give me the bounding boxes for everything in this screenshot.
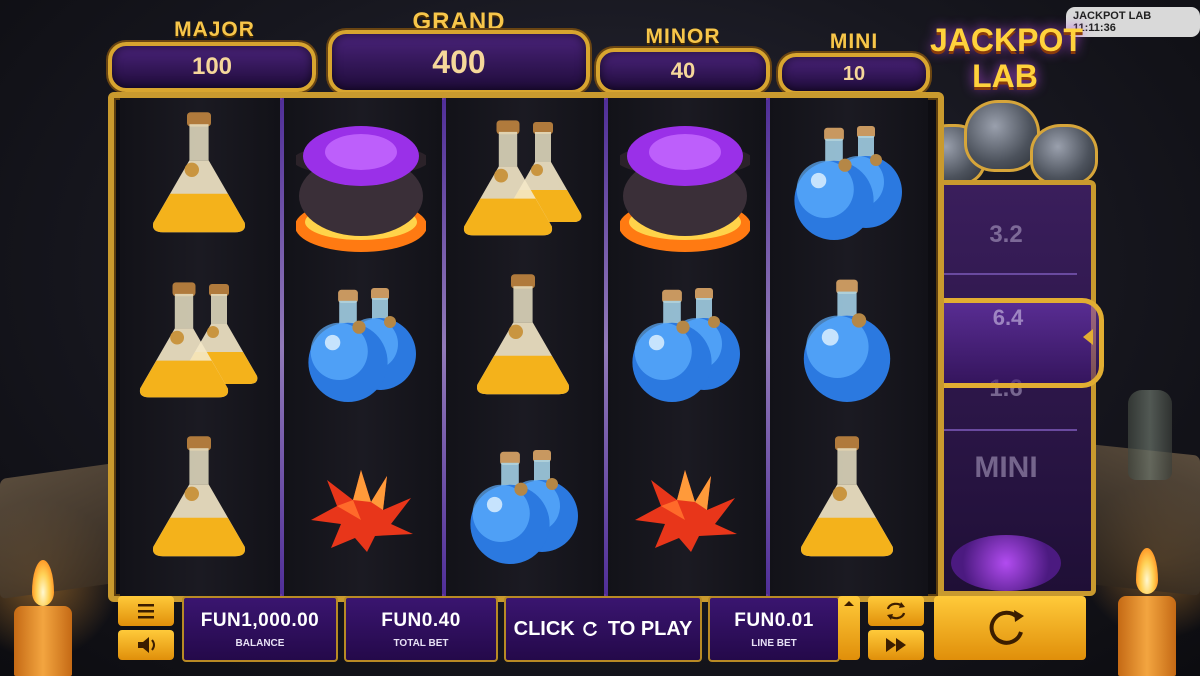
red-crystal-icon	[635, 470, 737, 552]
meter-divider	[935, 273, 1077, 275]
jackpot-pot-icon	[1030, 124, 1098, 186]
minor-label: MINOR	[645, 25, 721, 48]
blue-double-potion-icon	[632, 288, 740, 402]
refresh-icon	[583, 621, 598, 636]
meter-divider	[935, 429, 1077, 431]
balance-label: BALANCE	[235, 638, 285, 649]
menu-button[interactable]	[118, 596, 174, 626]
background-bottle	[1128, 390, 1172, 480]
blue-double-potion-icon	[794, 126, 902, 240]
line-bet-stepper[interactable]	[838, 596, 860, 660]
minor-value: 40	[670, 58, 696, 83]
red-crystal-icon	[311, 470, 413, 552]
minor-value-box: 40	[596, 48, 770, 94]
reel-separator	[766, 98, 770, 596]
grand-value: 400	[432, 44, 486, 80]
major-label: MAJOR	[174, 18, 255, 41]
play-text-before: CLICK	[513, 618, 575, 640]
logo-line-1: JACKPOT	[930, 22, 1083, 58]
cauldron-icon	[620, 126, 750, 252]
mini-value-box: 10	[778, 53, 930, 95]
total-bet-value: FUN0.40	[381, 610, 461, 631]
spin-button[interactable]	[934, 596, 1086, 660]
fast-forward-icon	[886, 638, 906, 652]
click-to-play-text: CLICK TO PLAY	[506, 618, 700, 641]
major-value: 100	[191, 53, 233, 80]
line-bet-panel: FUN0.01 LINE BET	[708, 596, 840, 662]
yellow-double-flask-icon	[463, 120, 582, 236]
total-bet-panel: FUN0.40 TOTAL BET	[344, 596, 498, 662]
blue-potion-icon	[803, 279, 891, 402]
yellow-double-flask-icon	[139, 282, 258, 398]
grand-value-box: 400	[328, 30, 590, 94]
yellow-flask-icon	[801, 436, 893, 557]
mini-value: 10	[842, 63, 866, 85]
yellow-flask-icon	[477, 274, 569, 395]
jackpot-pot-icon	[964, 100, 1040, 172]
balance-panel: FUN1,000.00 BALANCE	[182, 596, 338, 662]
balance-value: FUN1,000.00	[200, 610, 320, 631]
logo-line-2: LAB	[972, 58, 1038, 94]
reel-separator	[280, 98, 284, 596]
selector-arrow-right-icon	[1083, 329, 1093, 345]
autoplay-button[interactable]	[868, 596, 924, 626]
line-bet-label: LINE BET	[751, 638, 797, 649]
yellow-flask-icon	[153, 436, 245, 557]
game-logo: JACKPOT LAB	[930, 22, 1083, 94]
reel-area	[108, 92, 944, 602]
total-bet-label: TOTAL BET	[393, 638, 449, 649]
multiplier-meter: 3.2 1.6 MINI	[926, 180, 1096, 596]
major-value-box: 100	[108, 42, 316, 92]
play-text-after: TO PLAY	[607, 618, 693, 640]
speaker-icon	[138, 637, 155, 653]
menu-icon	[138, 604, 154, 619]
chevron-up-icon	[844, 601, 854, 606]
cauldron-glow-icon	[951, 535, 1061, 591]
session-clock: JACKPOT LAB 11:11:36	[1066, 7, 1200, 37]
spin-icon	[989, 610, 1024, 645]
autoplay-icon	[886, 602, 906, 620]
mini-label: MINI	[829, 30, 879, 53]
candle-right	[1118, 596, 1176, 676]
sound-button[interactable]	[118, 630, 174, 660]
reel-separator	[604, 98, 608, 596]
line-bet-value: FUN0.01	[734, 610, 814, 631]
blue-double-potion-icon	[308, 288, 416, 402]
meter-selected-value: 6.4	[992, 305, 1024, 330]
reel-separator	[442, 98, 446, 596]
meter-value: 3.2	[989, 221, 1023, 248]
candle-left	[14, 606, 72, 676]
yellow-flask-icon	[153, 112, 245, 233]
meter-value: MINI	[974, 451, 1038, 484]
click-to-play-panel[interactable]: CLICK TO PLAY	[504, 596, 702, 662]
cauldron-icon	[296, 126, 426, 252]
blue-double-potion-icon	[470, 450, 578, 564]
turbo-button[interactable]	[868, 630, 924, 660]
